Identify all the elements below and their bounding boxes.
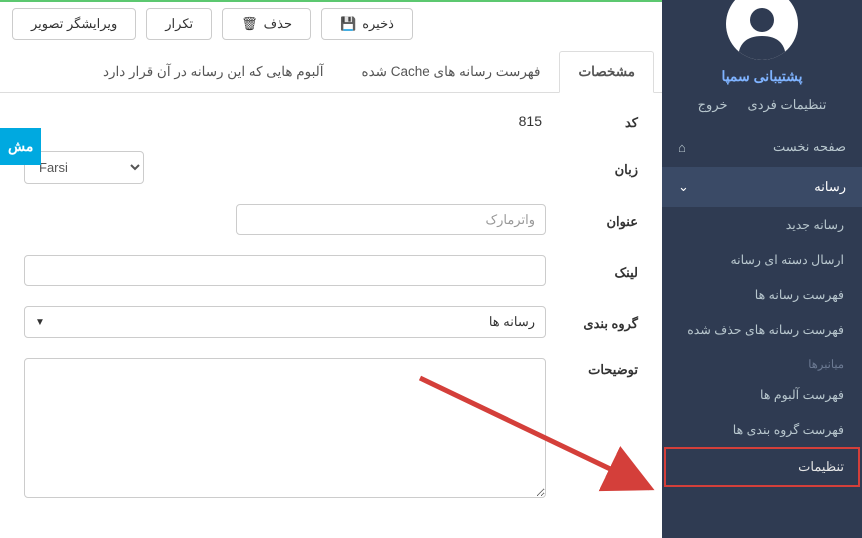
link-input[interactable]: [24, 255, 546, 286]
form: کد 815 زبان Farsi عنوان لینک: [0, 93, 662, 533]
main-panel: ویرایشگر تصویر تکرار 🗑 حذف 💾 ذخیره مشخصا…: [0, 0, 662, 538]
nav-new-media[interactable]: رسانه جدید: [662, 207, 862, 242]
nav-home-label: صفحه نخست: [773, 139, 846, 155]
user-icon: [732, 0, 792, 60]
caret-down-icon: ▼: [35, 317, 45, 328]
nav-media-list[interactable]: فهرست رسانه ها: [662, 277, 862, 312]
label-code: کد: [546, 111, 638, 131]
tab-cache-list[interactable]: فهرست رسانه های Cache شده: [343, 51, 560, 93]
avatar-block: پشتیبانی سمپا تنظیمات فردی خروج: [662, 0, 862, 113]
group-filter[interactable]: رسانه ها ▼: [24, 306, 546, 338]
chevron-down-icon: ⌄: [678, 179, 689, 195]
sidebar: پشتیبانی سمپا تنظیمات فردی خروج صفحه نخس…: [662, 0, 862, 538]
label-desc: توضیحات: [546, 358, 638, 378]
label-lang: زبان: [546, 158, 638, 178]
tab-specs[interactable]: مشخصات: [559, 51, 654, 93]
tabs: مشخصات فهرست رسانه های Cache شده آلبوم ه…: [0, 50, 662, 93]
delete-label: حذف: [264, 16, 292, 32]
sidebar-nav: صفحه نخست ⌂ رسانه ⌄ رسانه جدید ارسال دست…: [662, 127, 862, 487]
repeat-button[interactable]: تکرار: [146, 8, 212, 40]
label-link: لینک: [546, 261, 638, 281]
nav-group-list[interactable]: فهرست گروه بندی ها: [662, 412, 862, 447]
title-input[interactable]: [236, 204, 546, 235]
user-links: تنظیمات فردی خروج: [662, 97, 862, 113]
lang-select[interactable]: Farsi: [24, 151, 144, 184]
value-code: 815: [24, 113, 546, 129]
toolbar: ویرایشگر تصویر تکرار 🗑 حذف 💾 ذخیره: [0, 2, 662, 50]
row-desc: توضیحات: [24, 358, 638, 501]
nav-media[interactable]: رسانه ⌄: [662, 167, 862, 207]
delete-button[interactable]: 🗑 حذف: [222, 8, 311, 40]
floating-action-button[interactable]: مش: [0, 128, 41, 165]
nav-shortcuts-header: میانبرها: [662, 347, 862, 377]
nav-media-label: رسانه: [814, 179, 846, 195]
tab-albums[interactable]: آلبوم هایی که این رسانه در آن قرار دارد: [84, 51, 343, 93]
home-icon: ⌂: [678, 140, 686, 155]
nav-bulk-send[interactable]: ارسال دسته ای رسانه: [662, 242, 862, 277]
nav-deleted-media-list[interactable]: فهرست رسانه های حذف شده: [662, 312, 862, 347]
personal-settings-link[interactable]: تنظیمات فردی: [748, 97, 827, 113]
nav-album-list[interactable]: فهرست آلبوم ها: [662, 377, 862, 412]
group-filter-text: رسانه ها: [489, 314, 535, 330]
label-title: عنوان: [546, 210, 638, 230]
row-link: لینک: [24, 255, 638, 286]
label-group: گروه بندی: [546, 312, 638, 332]
save-button[interactable]: 💾 ذخیره: [321, 8, 413, 40]
row-group: گروه بندی رسانه ها ▼: [24, 306, 638, 338]
row-code: کد 815: [24, 111, 638, 131]
avatar: [726, 0, 798, 60]
desc-textarea[interactable]: [24, 358, 546, 498]
row-lang: زبان Farsi: [24, 151, 638, 184]
support-label: پشتیبانی سمپا: [662, 68, 862, 85]
row-title: عنوان: [24, 204, 638, 235]
image-editor-button[interactable]: ویرایشگر تصویر: [12, 8, 136, 40]
nav-home[interactable]: صفحه نخست ⌂: [662, 127, 862, 167]
nav-settings[interactable]: تنظیمات: [664, 447, 860, 487]
save-label: ذخیره: [362, 16, 394, 32]
logout-link[interactable]: خروج: [698, 97, 728, 113]
trash-icon: 🗑: [241, 16, 258, 32]
save-icon: 💾: [340, 16, 356, 32]
